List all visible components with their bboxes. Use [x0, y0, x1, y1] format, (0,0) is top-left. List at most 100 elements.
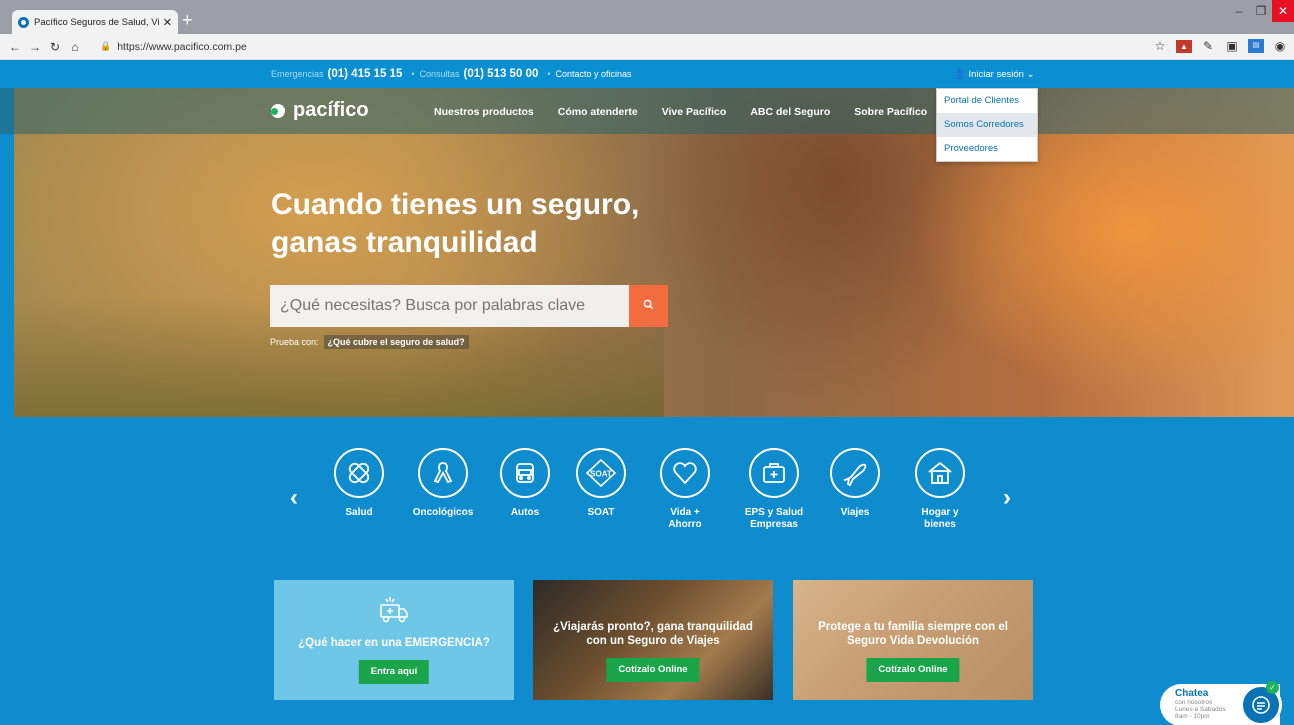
try-label: Prueba con:	[270, 337, 319, 347]
headline-line-1: Cuando tienes un seguro,	[271, 188, 640, 221]
bandage-icon	[334, 448, 384, 498]
carousel-next-icon[interactable]: ›	[1003, 484, 1011, 512]
life-card[interactable]: Protege a tu familia siempre con el Segu…	[793, 580, 1033, 700]
travel-card[interactable]: ¿Viajarás pronto?, gana tranquilidad con…	[533, 580, 773, 700]
close-window-button[interactable]: ✕	[1272, 0, 1294, 22]
login-button[interactable]: 👤 Iniciar sesión ⌄	[954, 69, 1035, 80]
pacifico-logo[interactable]: pacífico	[271, 99, 369, 122]
consultas-phone[interactable]: (01) 513 50 00	[464, 68, 539, 80]
contact-strip: Emergencias (01) 415 15 15 • Consultas (…	[0, 60, 1294, 88]
category-oncologicos[interactable]: Oncológicos	[403, 448, 483, 519]
emergency-card[interactable]: ¿Qué hacer en una EMERGENCIA? Entra aquí	[274, 580, 514, 700]
emergencias-label: Emergencias	[271, 69, 324, 79]
card-title: Protege a tu familia siempre con el Segu…	[818, 621, 1008, 647]
hero-headline: Cuando tienes un seguro, ganas tranquili…	[271, 186, 691, 262]
chat-widget[interactable]: Chatea con nosotros Lunes a Sábados 8am …	[1160, 681, 1282, 725]
pdf-extension-icon[interactable]: ▲	[1176, 39, 1192, 53]
category-eps-salud-empresas[interactable]: EPS y Salud Empresas	[734, 448, 814, 531]
house-icon	[915, 448, 965, 498]
category-label: Vida + Ahorro	[668, 507, 702, 530]
category-label: Hogar y bienes	[921, 507, 959, 530]
menu-item-portal-clientes[interactable]: Portal de Clientes	[937, 89, 1037, 113]
entra-aqui-button[interactable]: Entra aquí	[358, 660, 430, 684]
category-autos[interactable]: Autos	[485, 448, 565, 519]
nav-links: Nuestros productos Cómo atenderte Vive P…	[434, 106, 927, 118]
suggestion-chip[interactable]: ¿Qué cubre el seguro de salud?	[323, 335, 469, 349]
menu-item-somos-corredores[interactable]: Somos Corredores	[937, 113, 1037, 137]
tab-title: Pacífico Seguros de Salud, Vida, ·	[34, 16, 159, 28]
window-controls: – ❐ ✕	[1228, 0, 1294, 22]
pacifico-logo-icon	[271, 103, 285, 118]
chat-title: Chatea	[1175, 688, 1209, 699]
browser-extensions: ☆ ▲ ✎ ▣ ▤ ◉	[1152, 39, 1288, 53]
category-label: SOAT	[587, 507, 615, 518]
search-icon	[643, 299, 654, 310]
tab-close-icon[interactable]: ✕	[163, 16, 172, 29]
chat-subtitle: con nosotros Lunes a Sábados 8am - 10pm	[1175, 699, 1235, 720]
cotizalo-online-button[interactable]: Cotízalo Online	[866, 658, 960, 682]
emergencias-phone[interactable]: (01) 415 15 15	[328, 68, 403, 80]
home-icon[interactable]: ⌂	[66, 40, 84, 54]
cotizalo-online-button[interactable]: Cotízalo Online	[606, 658, 700, 682]
screenshot-extension-icon[interactable]: ▣	[1224, 39, 1240, 53]
user-icon: 👤	[954, 69, 966, 80]
nav-abc-del-seguro[interactable]: ABC del Seguro	[750, 106, 830, 118]
product-carousel: ‹ Salud Oncológicos Autos SOAT SOAT Vida…	[0, 448, 1294, 558]
url-field[interactable]: https://www.pacifico.com.pe	[117, 41, 247, 53]
nav-nuestros-productos[interactable]: Nuestros productos	[434, 106, 534, 118]
nav-sobre-pacifico[interactable]: Sobre Pacífico	[854, 106, 927, 118]
forward-icon[interactable]: →	[26, 40, 44, 54]
bookmark-star-icon[interactable]: ☆	[1152, 39, 1168, 53]
login-dropdown: Portal de Clientes Somos Corredores Prov…	[936, 88, 1038, 162]
back-icon[interactable]: ←	[6, 40, 24, 54]
card-title: ¿Qué hacer en una EMERGENCIA?	[298, 637, 490, 649]
minimize-button[interactable]: –	[1228, 0, 1250, 22]
restore-button[interactable]: ❐	[1250, 0, 1272, 22]
category-soat[interactable]: SOAT SOAT	[561, 448, 641, 519]
search-button[interactable]	[629, 285, 668, 327]
svg-text:SOAT: SOAT	[590, 470, 612, 479]
chat-subtitle-text: con nosotros	[1175, 699, 1213, 706]
nav-vive-pacifico[interactable]: Vive Pacífico	[662, 106, 727, 118]
login-label: Iniciar sesión	[968, 69, 1024, 80]
category-hogar-bienes[interactable]: Hogar y bienes	[900, 448, 980, 531]
heart-icon	[660, 448, 710, 498]
browser-tab-strip: Pacífico Seguros de Salud, Vida, · ✕ + –…	[0, 0, 1294, 34]
main-navigation: pacífico Nuestros productos Cómo atender…	[0, 88, 1294, 134]
address-bar: ← → ↻ ⌂ 🔒 https://www.pacifico.com.pe	[0, 34, 1294, 60]
news-extension-icon[interactable]: ▤	[1248, 39, 1264, 53]
profile-icon[interactable]: ◉	[1272, 39, 1288, 53]
menu-item-proveedores[interactable]: Proveedores	[937, 137, 1037, 161]
consultas-label: Consultas	[419, 69, 460, 79]
separator: •	[547, 69, 551, 79]
soat-icon: SOAT	[576, 448, 626, 498]
page: Emergencias (01) 415 15 15 • Consultas (…	[0, 60, 1294, 725]
chat-hours: 8am - 10pm	[1175, 713, 1210, 720]
category-viajes[interactable]: Viajes	[815, 448, 895, 519]
browser-tab[interactable]: Pacífico Seguros de Salud, Vida, · ✕	[12, 10, 178, 34]
carousel-prev-icon[interactable]: ‹	[290, 484, 298, 512]
plane-icon	[830, 448, 880, 498]
category-label: Autos	[510, 507, 540, 518]
check-badge-icon: ✓	[1266, 681, 1279, 694]
medical-kit-icon	[749, 448, 799, 498]
extension-icon[interactable]: ✎	[1200, 39, 1216, 53]
nav-como-atenderte[interactable]: Cómo atenderte	[558, 106, 638, 118]
search-input[interactable]	[270, 285, 629, 327]
contact-info: Emergencias (01) 415 15 15 • Consultas (…	[271, 68, 632, 80]
search-suggestion-row: Prueba con: ¿Qué cubre el seguro de salu…	[270, 335, 469, 349]
category-label: Salud	[345, 507, 373, 518]
lock-icon[interactable]: 🔒	[100, 41, 111, 52]
card-title: ¿Viajarás pronto?, gana tranquilidad con…	[553, 621, 753, 647]
logo-text: pacífico	[293, 99, 369, 121]
separator: •	[411, 69, 415, 79]
category-salud[interactable]: Salud	[319, 448, 399, 519]
new-tab-button[interactable]: +	[182, 11, 193, 29]
contacto-link[interactable]: Contacto y oficinas	[556, 69, 632, 79]
ribbon-icon	[418, 448, 468, 498]
chat-hours: Lunes a Sábados	[1175, 706, 1226, 713]
reload-icon[interactable]: ↻	[46, 40, 64, 54]
headline-line-2: ganas tranquilidad	[271, 226, 538, 259]
category-vida-ahorro[interactable]: Vida + Ahorro	[645, 448, 725, 531]
search-bar	[270, 285, 668, 327]
